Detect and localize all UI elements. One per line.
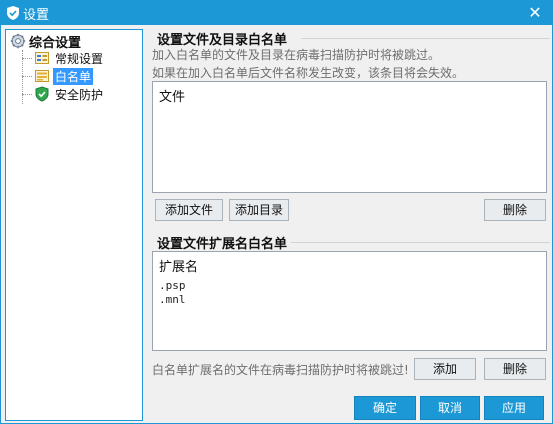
add-file-button[interactable]: 添加文件 xyxy=(155,199,223,221)
tree-root-general-settings[interactable]: 综合设置 xyxy=(10,32,82,51)
add-label: 添加 xyxy=(432,362,457,376)
apply-button[interactable]: 应用 xyxy=(484,396,544,420)
add-directory-button[interactable]: 添加目录 xyxy=(229,199,289,221)
ok-button[interactable]: 确定 xyxy=(354,396,416,420)
tree-item-label: 安全防护 xyxy=(55,87,104,102)
dir-whitelist-description-2: 如果在加入白名单后文件名称发生改变，该条目将会失效。 xyxy=(152,66,465,80)
add-extension-button[interactable]: 添加 xyxy=(414,358,476,380)
file-whitelist-list[interactable]: 文件 xyxy=(152,81,547,193)
ok-label: 确定 xyxy=(372,401,397,415)
settings-window: 设置 ✕ 综合设置 常规设置 白名单 安全防护 设置文件及目录白名单 加入白名单… xyxy=(0,0,553,424)
tree-root-label: 综合设置 xyxy=(29,35,82,51)
group-divider xyxy=(301,38,550,39)
shield-icon xyxy=(35,86,49,102)
settings-panel-icon xyxy=(35,52,49,64)
add-directory-label: 添加目录 xyxy=(234,203,283,217)
apply-label: 应用 xyxy=(501,401,526,415)
tree-item-security[interactable]: 安全防护 xyxy=(34,85,105,103)
tree-item-general[interactable]: 常规设置 xyxy=(34,49,105,67)
delete-extension-button[interactable]: 删除 xyxy=(484,358,546,380)
tree-item-whitelist[interactable]: 白名单 xyxy=(34,67,94,85)
extension-hint-text: 白名单扩展名的文件在病毒扫描防护时将被跳过! xyxy=(152,363,409,377)
tree-connector xyxy=(22,76,32,77)
delete-file-button[interactable]: 删除 xyxy=(484,199,546,221)
list-item[interactable]: .mnl xyxy=(159,293,186,306)
settings-tree: 综合设置 常规设置 白名单 安全防护 xyxy=(5,29,143,421)
file-column-header: 文件 xyxy=(159,90,186,105)
cancel-button[interactable]: 取消 xyxy=(420,396,480,420)
window-title: 设置 xyxy=(23,8,50,23)
delete-label: 删除 xyxy=(502,203,527,217)
extension-column-header: 扩展名 xyxy=(159,260,199,275)
tree-connector xyxy=(22,94,32,95)
ext-whitelist-title: 设置文件扩展名白名单 xyxy=(157,237,288,252)
tree-connector xyxy=(22,58,32,59)
shield-app-icon xyxy=(7,6,19,20)
tree-item-label: 白名单 xyxy=(53,67,94,85)
tree-item-label: 常规设置 xyxy=(55,51,104,66)
group-divider xyxy=(291,242,550,243)
cancel-label: 取消 xyxy=(437,401,462,415)
gear-icon xyxy=(10,33,26,49)
title-bar[interactable]: 设置 ✕ xyxy=(1,1,552,25)
list-icon xyxy=(35,70,49,82)
close-button[interactable]: ✕ xyxy=(524,3,546,23)
dir-whitelist-description-1: 加入白名单的文件及目录在病毒扫描防护时将被跳过。 xyxy=(152,48,441,62)
close-icon: ✕ xyxy=(528,3,542,22)
extension-whitelist-list[interactable]: 扩展名 .psp .mnl xyxy=(152,251,547,351)
list-item[interactable]: .psp xyxy=(159,279,186,292)
delete-label: 删除 xyxy=(502,362,527,376)
add-file-label: 添加文件 xyxy=(164,203,213,217)
